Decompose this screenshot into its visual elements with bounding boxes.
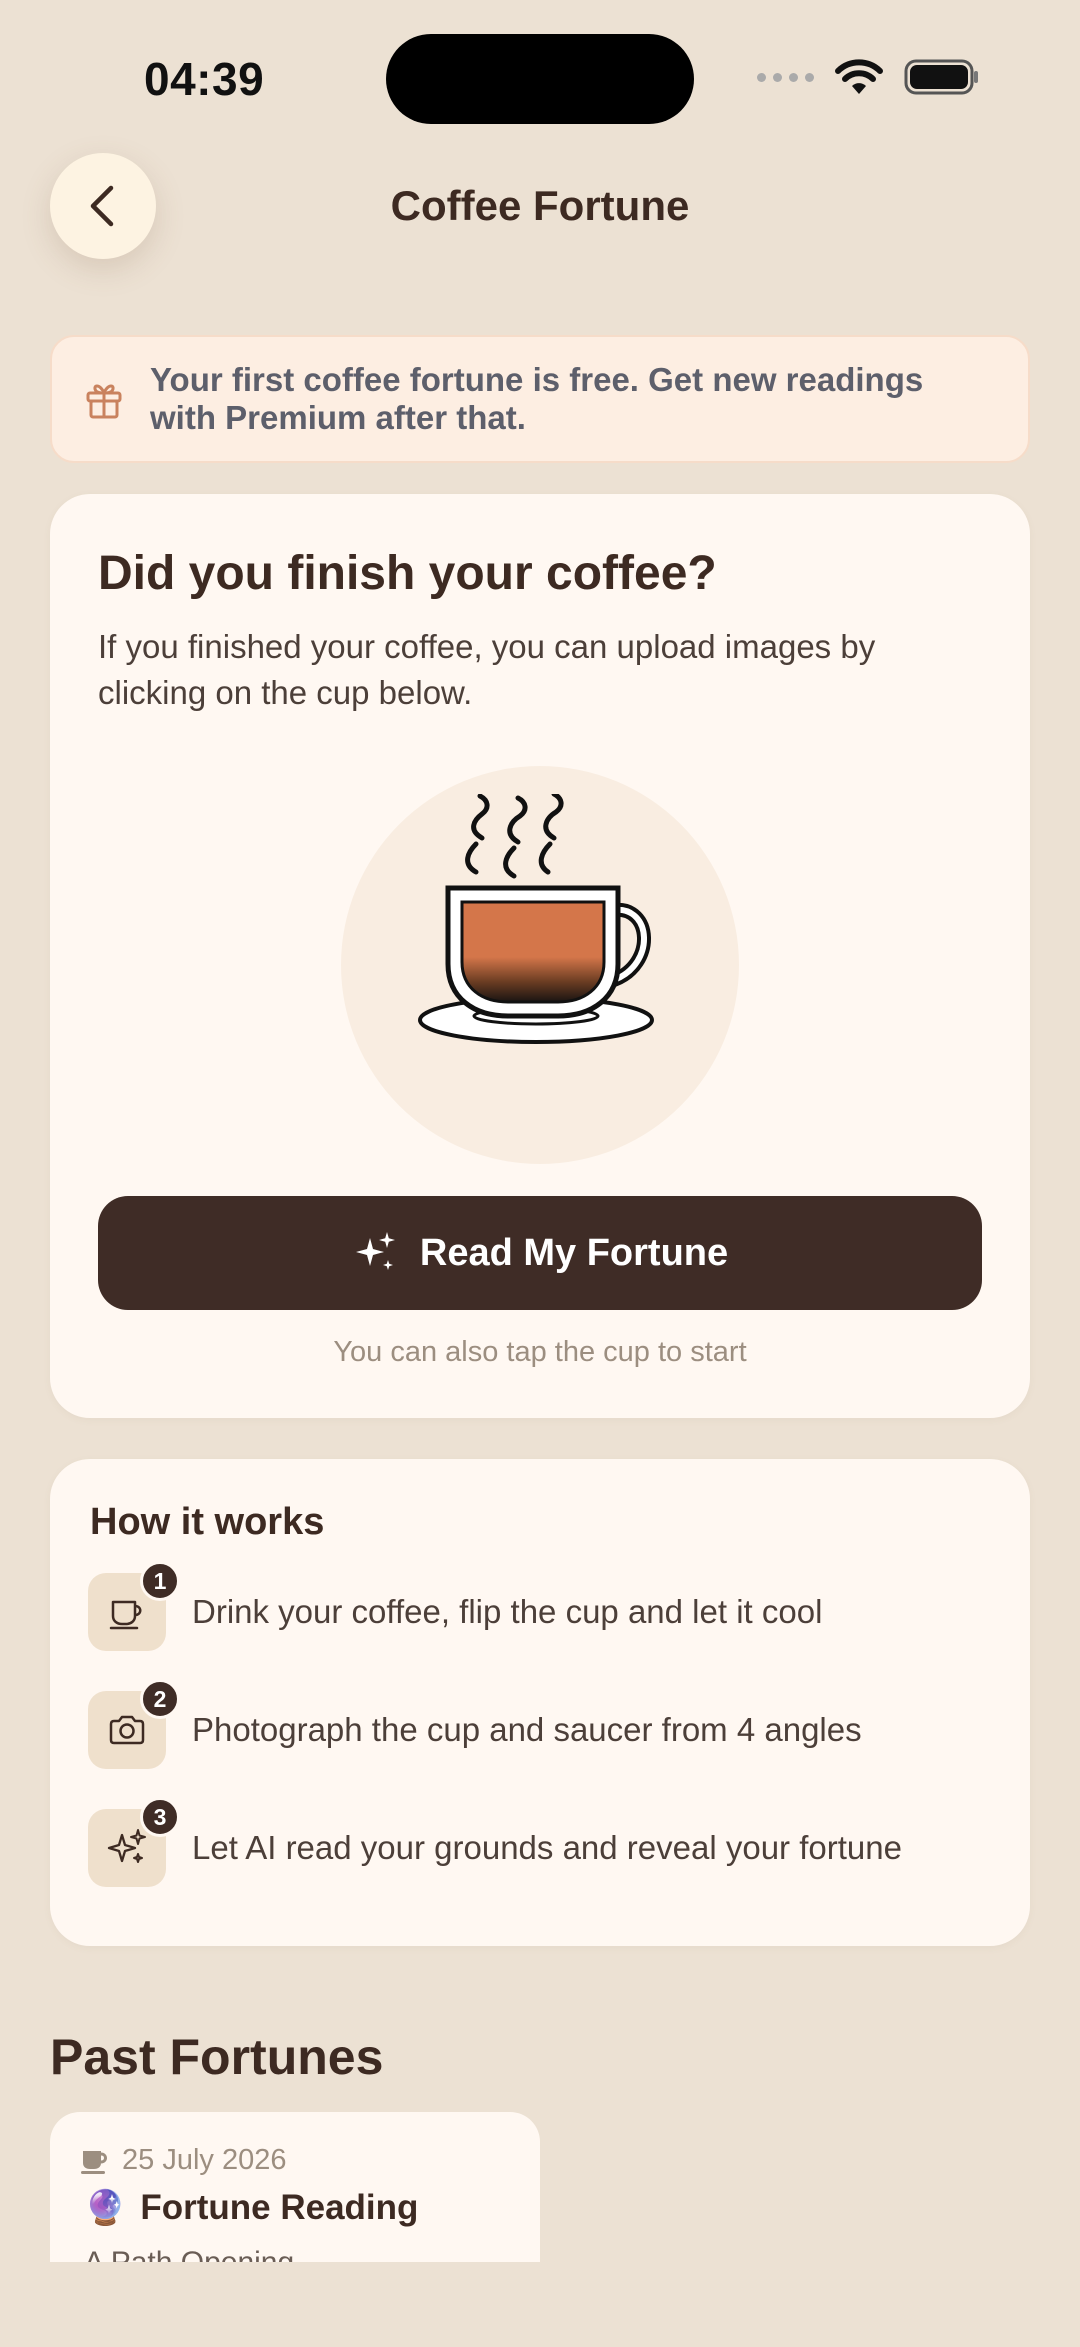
banner-text: Your first coffee fortune is free. Get n… <box>150 361 924 436</box>
status-indicators <box>757 58 980 96</box>
dynamic-island <box>386 34 694 124</box>
past-fortunes-title: Past Fortunes <box>50 2029 384 2085</box>
cellular-signal-icon <box>757 72 814 82</box>
coffee-fortune-screen: 04:39 Coffee Fortune Your first coffee f… <box>0 0 1080 2347</box>
card-description: If you finished your coffee, you can upl… <box>98 628 876 711</box>
wifi-icon <box>835 59 883 94</box>
cup-icon <box>109 1600 142 1630</box>
step-number-badge: 1 <box>140 1561 180 1601</box>
gift-icon <box>86 384 122 419</box>
step-text: Drink your coffee, flip the cup and let … <box>192 1593 823 1630</box>
step-icon-box: 2 <box>88 1679 180 1769</box>
step-number-badge: 3 <box>140 1797 180 1837</box>
sparkles-icon <box>107 1829 146 1863</box>
crystal-ball-icon: 🔮 <box>84 2189 127 2227</box>
fortune-title-row: 🔮 Fortune Reading <box>84 2188 418 2228</box>
tap-cup-hint: You can also tap the cup to start <box>333 1336 747 1368</box>
step-icon-box: 1 <box>88 1561 180 1651</box>
status-time: 04:39 <box>144 53 265 105</box>
step-icon-box: 3 <box>88 1797 180 1887</box>
step-text: Let AI read your grounds and reveal your… <box>192 1829 902 1866</box>
step-text: Photograph the cup and saucer from 4 ang… <box>192 1711 862 1748</box>
upload-card: Did you finish your coffee? If you finis… <box>50 494 1030 1418</box>
coffee-icon <box>81 2150 107 2174</box>
fortune-title: Fortune Reading <box>140 2188 419 2227</box>
battery-icon <box>904 59 978 95</box>
fortune-date-row: 25 July 2026 <box>80 2144 286 2177</box>
card-title: Did you finish your coffee? <box>98 547 717 600</box>
step-item: 3 Let AI read your grounds and reveal yo… <box>88 1797 988 1888</box>
read-my-fortune-button[interactable]: Read My Fortune <box>98 1196 982 1310</box>
camera-icon <box>109 1715 145 1745</box>
fortune-subtitle: A Path Opening <box>84 2246 294 2262</box>
past-fortune-card[interactable]: 25 July 2026 🔮 Fortune Reading A Path Op… <box>50 2112 540 2262</box>
free-reading-banner: Your first coffee fortune is free. Get n… <box>50 335 1030 463</box>
page-title: Coffee Fortune <box>390 182 690 229</box>
step-item: 1 Drink your coffee, flip the cup and le… <box>88 1561 988 1652</box>
how-it-works-card: How it works 1 Drink your coffee, flip t… <box>50 1459 1030 1946</box>
how-it-works-title: How it works <box>90 1501 325 1543</box>
step-number-badge: 2 <box>140 1679 180 1719</box>
cta-label: Read My Fortune <box>419 1231 729 1274</box>
step-item: 2 Photograph the cup and saucer from 4 a… <box>88 1679 988 1770</box>
sparkles-icon <box>355 1232 395 1270</box>
fortune-date: 25 July 2026 <box>122 2144 287 2176</box>
past-fortunes-list: 25 July 2026 🔮 Fortune Reading A Path Op… <box>50 2112 1050 2262</box>
coffee-cup-icon[interactable] <box>418 794 668 1064</box>
